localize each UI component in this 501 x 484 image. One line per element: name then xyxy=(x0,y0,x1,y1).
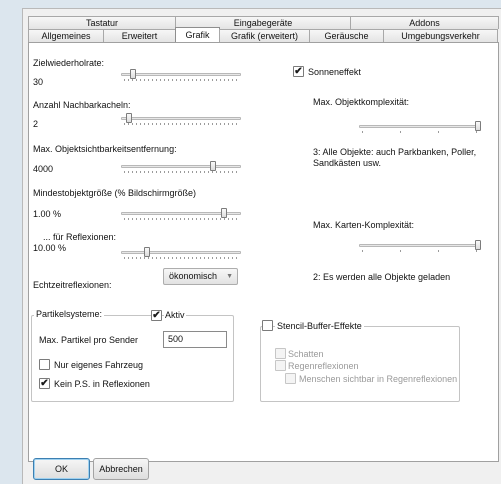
object-complexity-slider[interactable] xyxy=(359,121,481,133)
object-view-distance-slider[interactable] xyxy=(121,161,241,173)
min-object-size-label: Mindestobjektgröße (% Bildschirmgröße) xyxy=(33,188,197,198)
slider-thumb[interactable] xyxy=(209,161,216,171)
realtime-reflections-selected: ökonomisch xyxy=(169,271,218,281)
tab-erweitert[interactable]: Erweitert xyxy=(103,29,176,42)
slider-ticks xyxy=(124,257,238,259)
tab-addons[interactable]: Addons xyxy=(350,16,499,29)
chevron-down-icon: ▼ xyxy=(226,273,233,280)
tab-grafik[interactable]: Grafik xyxy=(175,27,220,42)
particles-active-label: Aktiv xyxy=(164,310,186,320)
sun-effect-checkbox[interactable]: ✔ xyxy=(293,66,304,77)
realtime-reflections-label: Echtzeitreflexionen: xyxy=(33,280,112,290)
frame-rate-value: 30 xyxy=(33,77,44,87)
object-complexity-label: Max. Objektkomplexität: xyxy=(313,97,410,107)
slider-ticks xyxy=(362,250,478,252)
tab-allgemeines[interactable]: Allgemeines xyxy=(28,29,104,42)
slider-ticks xyxy=(124,218,238,220)
object-complexity-description: 3: Alle Objekte: auch Parkbanken, Poller… xyxy=(313,147,477,168)
slider-track xyxy=(121,251,241,254)
own-vehicle-checkbox[interactable] xyxy=(39,359,50,370)
people-in-reflections-label: Menschen sichtbar in Regenreflexionen xyxy=(299,374,458,384)
slider-thumb[interactable] xyxy=(125,113,132,123)
reflections-size-slider[interactable] xyxy=(121,247,241,259)
slider-track xyxy=(121,165,241,168)
no-reflections-label: Kein P.S. in Reflexionen xyxy=(54,379,150,389)
slider-track xyxy=(121,117,241,120)
slider-thumb[interactable] xyxy=(475,121,481,131)
particles-group-label: Partikelsysteme: xyxy=(34,309,105,319)
grafik-page: Zielwiederholrate: 30 Anzahl Nachbarkach… xyxy=(28,42,499,462)
object-view-distance-label: Max. Objektsichtbarkeitsentfernung: xyxy=(33,144,177,154)
rain-reflections-label: Regenreflexionen xyxy=(288,361,359,371)
cancel-button[interactable]: Abbrechen xyxy=(93,458,149,480)
slider-ticks xyxy=(362,131,478,133)
slider-thumb[interactable] xyxy=(130,69,137,79)
slider-ticks xyxy=(124,79,238,81)
stencil-label: Stencil-Buffer-Effekte xyxy=(275,321,364,331)
min-object-size-slider[interactable] xyxy=(121,208,241,220)
shadows-checkbox[interactable] xyxy=(275,348,286,359)
realtime-reflections-dropdown[interactable]: ökonomisch ▼ xyxy=(163,268,238,285)
map-complexity-label: Max. Karten-Komplexität: xyxy=(313,220,415,230)
slider-ticks xyxy=(124,171,238,173)
min-object-size-value: 1.00 % xyxy=(33,209,62,219)
reflections-size-label: ... für Reflexionen: xyxy=(43,232,117,242)
slider-thumb[interactable] xyxy=(221,208,228,218)
frame-rate-label: Zielwiederholrate: xyxy=(33,58,105,68)
ok-button[interactable]: OK xyxy=(33,458,90,480)
tab-tastatur[interactable]: Tastatur xyxy=(28,16,176,29)
max-particles-label: Max. Partikel pro Sender xyxy=(39,335,139,345)
map-complexity-slider[interactable] xyxy=(359,240,481,252)
frame-rate-slider[interactable] xyxy=(121,69,241,81)
object-view-distance-value: 4000 xyxy=(33,164,54,174)
slider-thumb[interactable] xyxy=(475,240,481,250)
tab-umgebungsverkehr[interactable]: Umgebungsverkehr xyxy=(383,29,498,42)
tab-row-top: Tastatur Eingabegeräte Addons xyxy=(28,16,499,29)
rain-reflections-checkbox[interactable] xyxy=(275,360,286,371)
slider-track xyxy=(121,73,241,76)
shadows-label: Schatten xyxy=(288,349,324,359)
neighbor-tiles-label: Anzahl Nachbarkacheln: xyxy=(33,100,131,110)
sun-effect-label: Sonneneffekt xyxy=(308,67,361,77)
particles-active-checkbox[interactable]: ✔ xyxy=(151,310,162,321)
stencil-checkbox[interactable] xyxy=(262,320,273,331)
neighbor-tiles-value: 2 xyxy=(33,119,39,129)
slider-ticks xyxy=(124,123,238,125)
neighbor-tiles-slider[interactable] xyxy=(121,113,241,125)
slider-track xyxy=(359,125,481,128)
tab-geraeusche[interactable]: Geräusche xyxy=(309,29,384,42)
tab-grafik-erweitert[interactable]: Grafik (erweitert) xyxy=(219,29,310,42)
tab-row-bottom: Allgemeines Erweitert Grafik Grafik (erw… xyxy=(28,27,498,42)
map-complexity-description: 2: Es werden alle Objekte geladen xyxy=(313,272,451,282)
settings-dialog: Tastatur Eingabegeräte Addons Allgemeine… xyxy=(22,8,501,484)
slider-track xyxy=(359,244,481,247)
people-in-reflections-checkbox[interactable] xyxy=(285,373,296,384)
own-vehicle-label: Nur eigenes Fahrzeug xyxy=(54,360,144,370)
slider-thumb[interactable] xyxy=(143,247,150,257)
no-reflections-checkbox[interactable]: ✔ xyxy=(39,378,50,389)
reflections-size-value: 10.00 % xyxy=(33,243,67,253)
max-particles-input[interactable]: 500 xyxy=(163,331,227,348)
